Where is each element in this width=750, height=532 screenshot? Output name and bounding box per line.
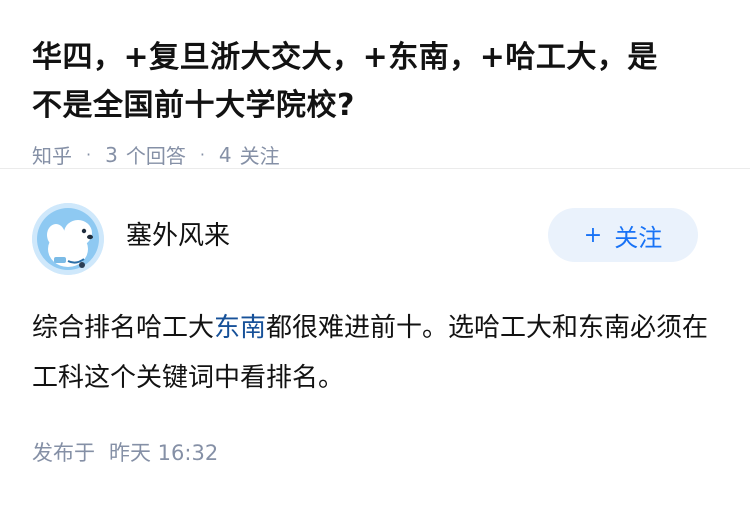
question-meta: 知乎 · 3 个回答 · 4 关注	[32, 140, 718, 169]
question-title[interactable]: 华四，+复旦浙大交大，+东南，+哈工大，是不是全国前十大学院校?	[32, 34, 672, 130]
question-header: 华四，+复旦浙大交大，+东南，+哈工大，是不是全国前十大学院校? 知乎 · 3 …	[0, 0, 750, 168]
answer-count: 3	[105, 142, 118, 167]
answer-inline-link[interactable]: 东南	[214, 313, 266, 343]
answer-content: 综合排名哈工大东南都很难进前十。选哈工大和东南必须在工科这个关键词中看排名。	[32, 303, 712, 403]
answer-count-label[interactable]: 个回答	[126, 140, 186, 169]
meta-separator: ·	[199, 145, 205, 164]
source-label[interactable]: 知乎	[32, 140, 72, 169]
meta-separator: ·	[86, 145, 92, 164]
author-name[interactable]: 塞外风来	[126, 215, 230, 252]
follow-count-label[interactable]: 关注	[240, 140, 280, 169]
follow-button[interactable]: + 关注	[548, 208, 698, 262]
answer-card: 塞外风来 + 关注 综合排名哈工大东南都很难进前十。选哈工大和东南必须在工科这个…	[0, 201, 750, 467]
published-time: 昨天 16:32	[109, 441, 219, 465]
plus-icon: +	[583, 222, 603, 248]
avatar[interactable]	[32, 203, 104, 275]
follow-count: 4	[218, 142, 232, 167]
answer-text-part: 综合排名哈工大	[32, 313, 215, 343]
author-row: 塞外风来 + 关注	[32, 201, 718, 277]
follow-button-label: 关注	[614, 223, 663, 252]
section-divider	[0, 168, 750, 201]
avatar-dog-icon	[32, 203, 104, 275]
answer-footer: 发布于 昨天 16:32	[32, 437, 718, 467]
published-label: 发布于	[32, 441, 95, 465]
